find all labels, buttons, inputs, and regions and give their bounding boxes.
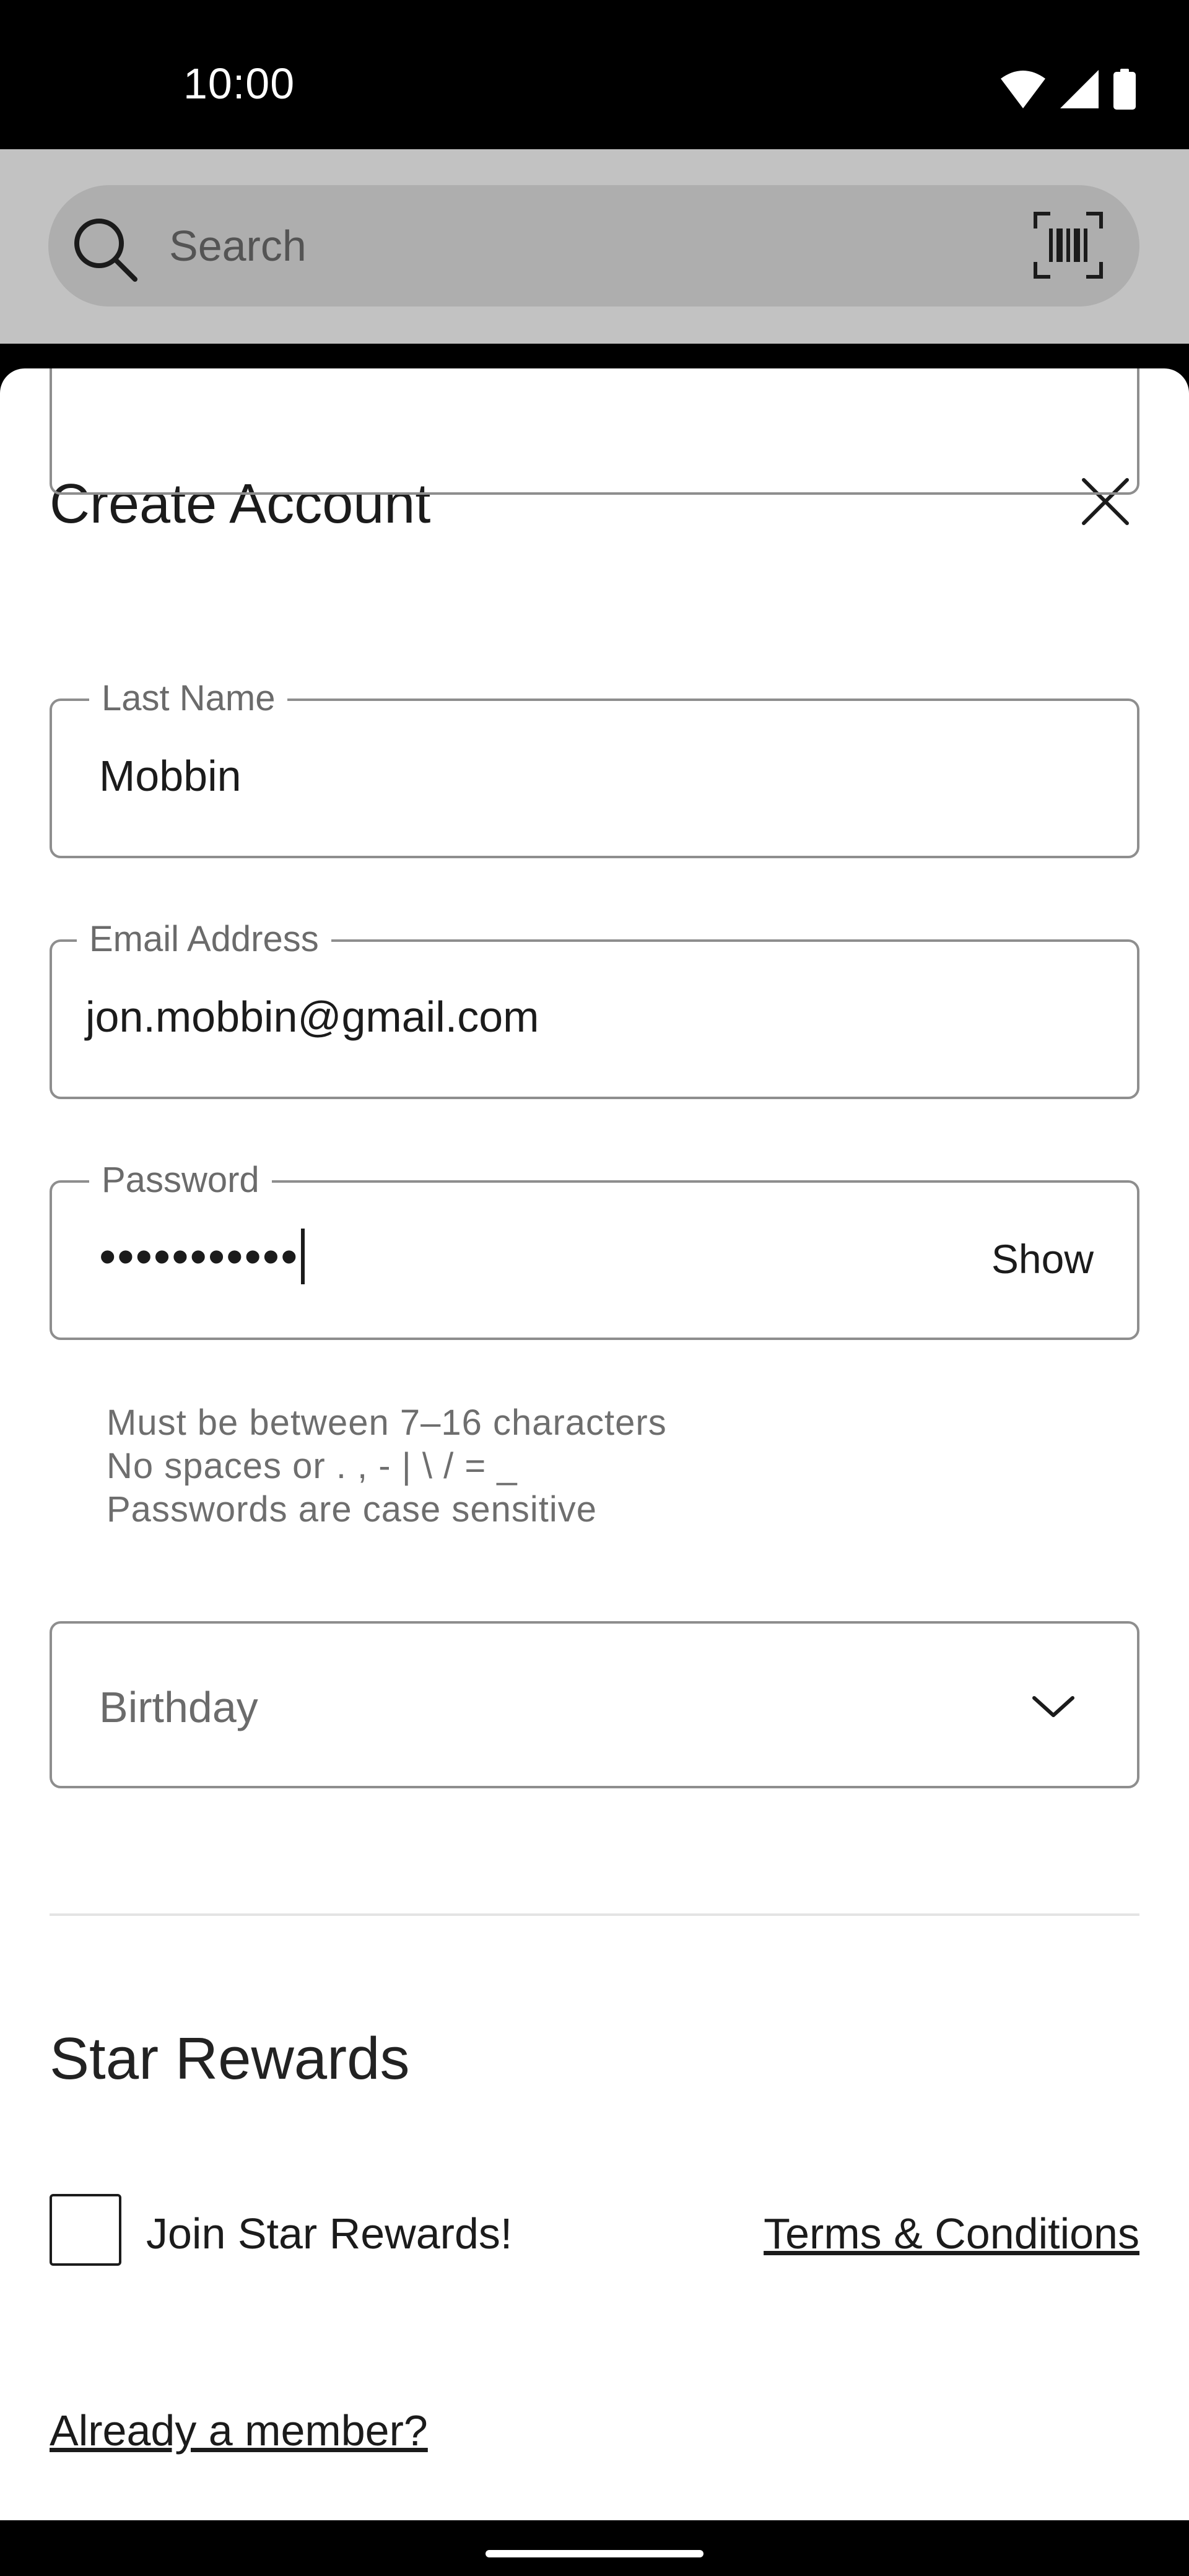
already-member-link[interactable]: Already a member?: [50, 2409, 428, 2452]
birthday-placeholder: Birthday: [99, 1683, 258, 1731]
text-cursor: [301, 1229, 305, 1284]
navigation-bar: [0, 2520, 1189, 2576]
email-value[interactable]: jon.mobbin@gmail.com: [85, 995, 539, 1038]
password-rule: No spaces or . , - | \ / = _: [107, 1446, 518, 1486]
join-rewards-checkbox[interactable]: [50, 2194, 121, 2266]
home-handle[interactable]: [486, 2550, 703, 2557]
password-dots: •••••••••••: [99, 1229, 299, 1284]
password-rule: Passwords are case sensitive: [107, 1489, 597, 1530]
status-icons: [1001, 67, 1136, 111]
show-password-button[interactable]: Show: [991, 1238, 1094, 1279]
birthday-select[interactable]: Birthday: [50, 1621, 1139, 1788]
last-name-value[interactable]: Mobbin: [99, 754, 242, 798]
join-rewards-label[interactable]: Join Star Rewards!: [146, 2212, 512, 2255]
email-label: Email Address: [77, 920, 331, 959]
battery-icon: [1113, 69, 1136, 110]
password-rule: Must be between 7–16 characters: [107, 1403, 667, 1443]
first-name-field[interactable]: [50, 368, 1139, 495]
terms-conditions-link[interactable]: Terms & Conditions: [764, 2212, 1139, 2255]
app-bar: Search: [0, 149, 1189, 344]
password-requirements: Must be between 7–16 characters No space…: [107, 1401, 667, 1531]
search-bar[interactable]: Search: [48, 185, 1139, 307]
email-field[interactable]: Email Address jon.mobbin@gmail.com: [50, 920, 1139, 1099]
chevron-down-icon: [1032, 1696, 1074, 1717]
section-divider: [50, 1913, 1139, 1916]
search-icon: [74, 219, 137, 282]
signal-icon: [1060, 70, 1099, 108]
last-name-field[interactable]: Last Name Mobbin: [50, 679, 1139, 858]
password-value[interactable]: •••••••••••: [99, 1229, 305, 1284]
star-rewards-title: Star Rewards: [50, 2026, 410, 2092]
wifi-icon: [1001, 71, 1045, 108]
last-name-label: Last Name: [89, 679, 288, 718]
password-label: Password: [89, 1160, 272, 1200]
create-account-sheet: Create Account Last Name Mobbin Email Ad…: [0, 368, 1189, 2520]
search-input[interactable]: Search: [169, 222, 307, 270]
status-bar: 10:00: [0, 0, 1189, 149]
password-field[interactable]: Password ••••••••••• Show: [50, 1160, 1139, 1340]
barcode-icon[interactable]: [1033, 211, 1104, 279]
status-time: 10:00: [183, 59, 295, 108]
